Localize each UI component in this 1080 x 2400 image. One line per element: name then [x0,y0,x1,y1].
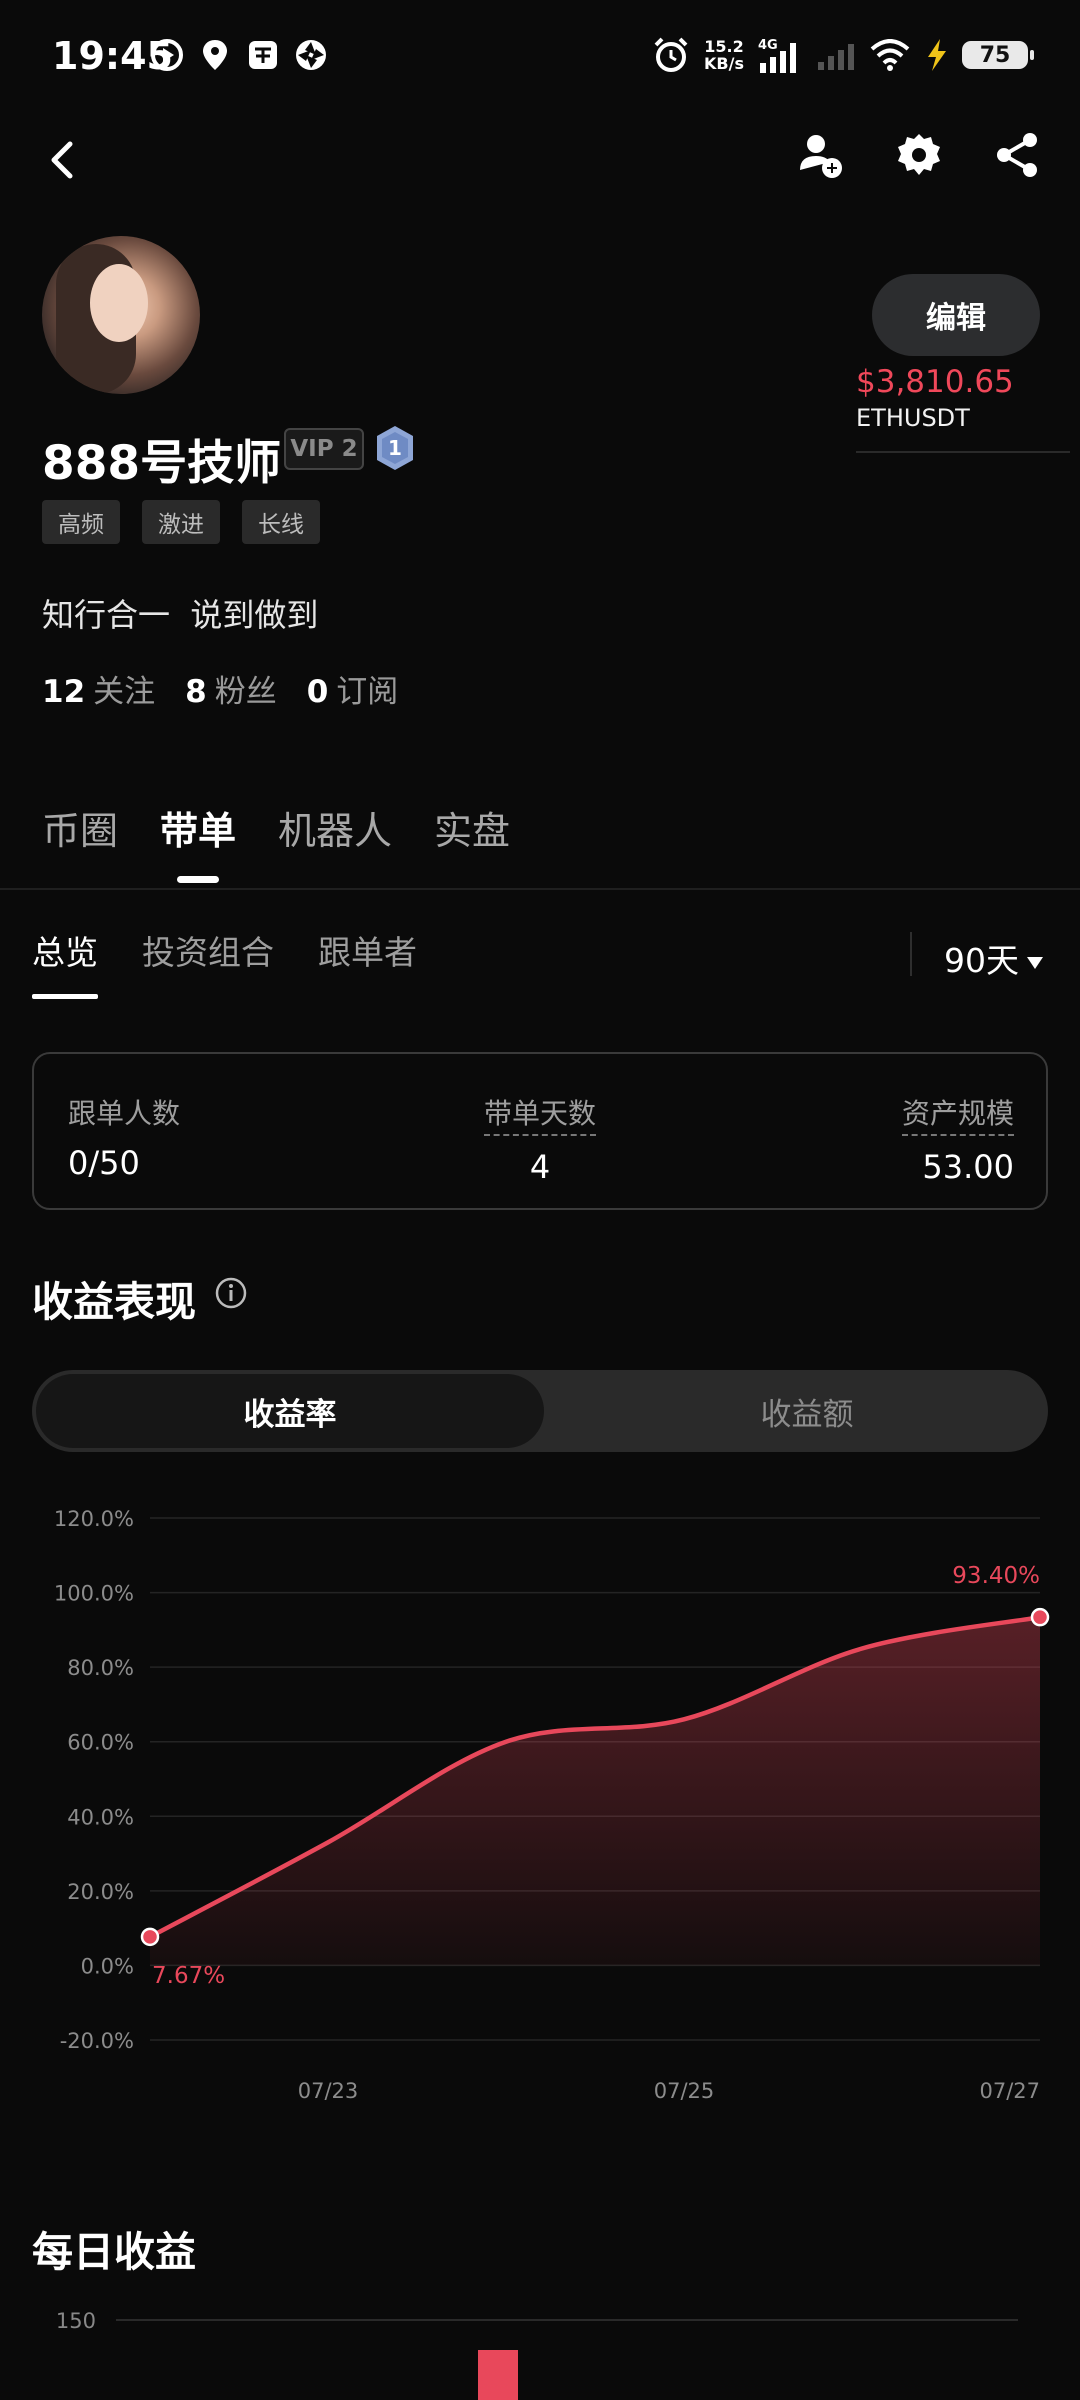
toggle-return-amount[interactable]: 收益额 [572,1370,1042,1452]
subtab-portfolio[interactable]: 投资组合 [142,926,274,974]
toggle-return-rate[interactable]: 收益率 [36,1374,544,1448]
trading-days[interactable]: 带单天数 4 [34,1092,1046,1186]
level-badge-icon: 1 [377,426,413,470]
tab-bots[interactable]: 机器人 [278,800,392,855]
y-tick-label: 40.0% [67,1805,134,1829]
tag: 长线 [242,500,320,544]
start-value-label: 7.67% [152,1963,225,1989]
ticker-symbol: ETHUSDT [856,404,970,432]
top-nav-actions [796,130,1042,180]
signal-weak-icon [818,44,854,70]
return-type-toggle: 收益率 收益额 [32,1370,1048,1452]
y-tick-label: 20.0% [67,1880,134,1904]
charging-icon [928,39,946,71]
signal-icon: 4G [758,38,796,73]
stat-subscriptions[interactable]: 0 订阅 [307,666,399,711]
vip-badge: VIP 2 [284,428,364,470]
tab-crypto-circle[interactable]: 币圈 [42,800,118,855]
tag: 高频 [42,500,120,544]
main-tabs: 币圈 带单 机器人 实盘 [42,800,510,883]
performance-title: 收益表现 [32,1278,196,1326]
ticker-price: $3,810.65 [856,364,1014,400]
assets-under-management[interactable]: 资产规模 53.00 [901,1092,1014,1186]
summary-card: 跟单人数 0/50 带单天数 4 资产规模 53.00 [32,1052,1048,1210]
bio: 知行合一 说到做到 [42,596,319,634]
chart-area [150,1617,1040,1966]
x-tick-label: 07/23 [298,2079,359,2103]
profile-stats: 12 关注 8 粉丝 0 订阅 [42,666,398,711]
y-tick-label: 100.0% [54,1582,134,1606]
location-pin-icon [203,40,227,70]
alarm-icon [654,37,688,72]
status-system-icons: 15.2 KB/s 4G 75 [652,36,1034,74]
svg-text:1: 1 [388,436,402,460]
tab-live-trading[interactable]: 实盘 [434,800,510,855]
period-divider [910,932,912,976]
tabs-divider [0,888,1080,890]
network-speed: 15.2 KB/s [704,37,744,73]
info-icon[interactable] [214,1276,248,1310]
edit-button[interactable]: 编辑 [872,274,1040,356]
return-rate-chart: 120.0% 100.0% 80.0% 60.0% 40.0% 20.0% 0.0% -20.… [54,1507,1050,2103]
y-tick-label: 0.0% [81,1954,134,1978]
y-tick-label: 120.0% [54,1507,134,1531]
tag-list: 高频 激进 长线 [42,500,320,544]
daily-earnings-title: 每日收益 [32,2228,196,2276]
status-bar: 19:45 15.2 KB/s 4G 75 [0,0,1080,120]
aperture-icon [296,40,326,70]
battery-indicator: 75 [962,41,1034,69]
share-icon[interactable] [992,130,1042,180]
subtab-overview[interactable]: 总览 [32,926,98,999]
y-tick-label: -20.0% [60,2029,134,2053]
status-notification-icons [150,38,328,72]
sub-tabs: 总览 投资组合 跟单者 [32,926,417,999]
y-tick-label: 80.0% [67,1656,134,1680]
daily-y-tick: 150 [56,2309,96,2333]
back-arrow-icon[interactable] [40,132,90,188]
end-value-label: 93.40% [952,1563,1040,1589]
caret-down-icon [1027,956,1043,969]
ticker-divider [856,451,1070,453]
stat-followers[interactable]: 8 粉丝 [185,666,277,711]
start-point-marker [140,1927,160,1947]
end-point-marker [1030,1607,1050,1627]
y-tick-label: 60.0% [67,1731,134,1755]
user-manage-icon[interactable] [796,130,846,180]
period-dropdown[interactable]: 90天 [944,934,1043,982]
daily-earnings-chart: 150 [56,2309,1018,2400]
tab-copy-trading[interactable]: 带单 [160,800,236,883]
x-tick-label: 07/27 [979,2079,1040,2103]
stat-following[interactable]: 12 关注 [42,666,155,711]
svg-text:4G: 4G [758,38,778,53]
wifi-icon [870,39,910,71]
app-notify-icon [249,41,277,69]
subtab-copiers[interactable]: 跟单者 [318,926,417,974]
tag: 激进 [142,500,220,544]
settings-gear-icon[interactable] [894,130,944,180]
play-icon [151,39,183,71]
avatar[interactable] [42,236,200,394]
daily-bar [478,2350,518,2400]
period-value: 90天 [944,941,1019,980]
x-tick-label: 07/25 [654,2079,715,2103]
username: 888号技师 [42,436,282,491]
